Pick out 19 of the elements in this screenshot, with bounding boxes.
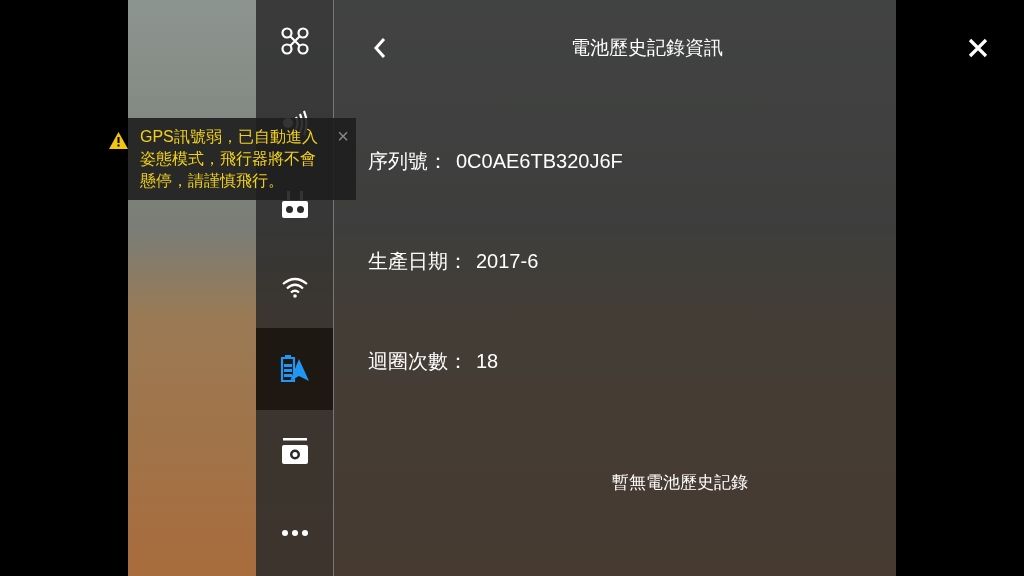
field-label: 迴圈次數： — [368, 349, 468, 374]
camera-icon — [280, 437, 309, 465]
toast-close-button[interactable]: × — [334, 126, 352, 146]
field-value: 18 — [476, 349, 499, 374]
field-label: 序列號： — [368, 149, 448, 174]
field-label: 生產日期： — [368, 249, 468, 274]
drone-icon — [279, 26, 310, 56]
battery-aircraft-icon — [279, 355, 310, 383]
field-value: 0C0AE6TB320J6F — [456, 149, 623, 174]
warning-message: GPS訊號弱，已自動進入姿態模式，飛行器將不會懸停，請謹慎飛行。 — [140, 127, 319, 191]
sidebar-tab[interactable] — [256, 328, 333, 410]
more-icon — [280, 529, 309, 537]
empty-history-message: 暫無電池歷史記錄 — [611, 472, 749, 494]
close-icon — [968, 38, 988, 58]
field-value: 2017-6 — [476, 249, 539, 274]
wifi-icon — [280, 276, 309, 298]
panel-title: 電池歷史記錄資訊 — [570, 35, 724, 60]
back-chevron-icon — [373, 37, 387, 59]
warning-icon — [109, 132, 128, 149]
